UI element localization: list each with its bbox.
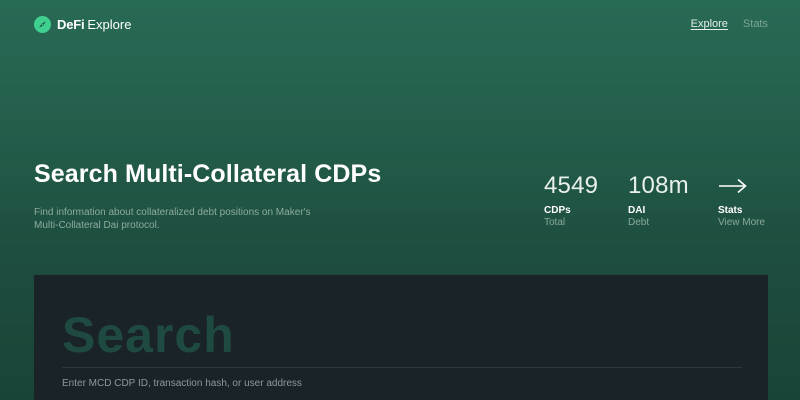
nav-link-explore[interactable]: Explore xyxy=(691,18,728,30)
brand-name: DeFi Explore xyxy=(57,17,131,32)
stats-view-more-link[interactable]: Stats View More xyxy=(718,170,765,229)
stat-dai-sub: Debt xyxy=(628,217,650,228)
search-heading: Search xyxy=(62,307,235,363)
stats-more-sub: View More xyxy=(718,217,766,228)
stat-cdps-label: CDPs xyxy=(544,205,571,216)
compass-icon xyxy=(34,15,51,33)
stat-cdps-sub: Total xyxy=(544,217,566,228)
arrow-right-icon xyxy=(718,170,750,202)
brand-name-light: Explore xyxy=(87,16,132,32)
stat-dai-debt: 108m DAI Debt xyxy=(628,170,689,229)
stat-cdps-total: 4549 CDPs Total xyxy=(544,170,598,229)
stat-dai-label: DAI xyxy=(628,205,646,216)
brand-logo-link[interactable]: DeFi Explore xyxy=(34,15,131,33)
nav-link-stats[interactable]: Stats xyxy=(743,18,768,30)
search-panel: Search xyxy=(34,275,768,400)
stat-dai-value: 108m xyxy=(628,172,689,199)
top-navbar: DeFi Explore Explore Stats xyxy=(34,14,768,34)
stats-more-label: Stats xyxy=(718,205,743,216)
search-divider xyxy=(62,367,742,368)
page-title: Search Multi-Collateral CDPs xyxy=(34,160,382,188)
main-nav: Explore Stats xyxy=(691,18,768,30)
search-input[interactable] xyxy=(62,375,742,391)
page-description: Find information about collateralized de… xyxy=(34,207,311,231)
stat-cdps-value: 4549 xyxy=(544,172,599,199)
brand-name-bold: DeFi xyxy=(57,16,85,32)
